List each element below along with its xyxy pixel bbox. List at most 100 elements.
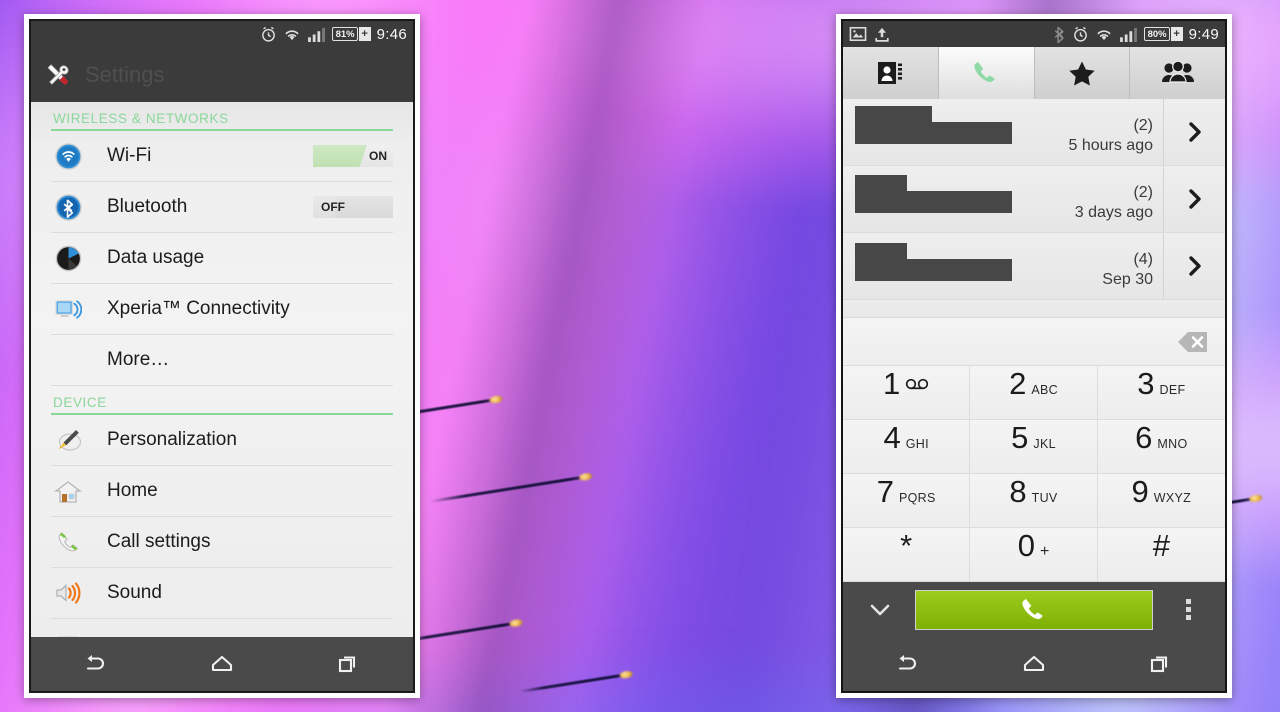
dialpad-key-4[interactable]: 4 GHI [843, 420, 971, 474]
sound-speaker-icon [51, 581, 85, 605]
dialpad-key-6[interactable]: 6 MNO [1097, 420, 1225, 474]
recents-button[interactable] [286, 653, 413, 675]
tab-groups[interactable] [1130, 47, 1225, 99]
dialed-number-field[interactable] [843, 318, 1225, 366]
battery-indicator: 80% + [1143, 27, 1183, 41]
dialpad-key-7[interactable]: 7 PQRS [843, 474, 971, 528]
backspace-icon[interactable] [1177, 330, 1209, 354]
settings-row-personalization[interactable]: Personalization [51, 415, 393, 466]
chevron-right-icon [1187, 121, 1203, 143]
key-digit: 4 [883, 420, 901, 455]
settings-row-label: Sound [107, 582, 162, 603]
tab-favorites[interactable] [1034, 47, 1131, 99]
tab-contacts[interactable] [843, 47, 939, 99]
settings-row-home[interactable]: Home [51, 466, 393, 517]
redacted-number [855, 122, 1012, 144]
call-log-row[interactable]: (2) 3 days ago [843, 166, 1225, 233]
key-digit: 5 [1011, 420, 1029, 455]
call-log-meta: (4) Sep 30 [1063, 233, 1163, 299]
call-log-details-button[interactable] [1163, 99, 1225, 165]
settings-row-label: Data usage [107, 247, 205, 268]
chevron-right-icon [1187, 255, 1203, 277]
back-icon [82, 653, 108, 675]
key-digit: 1 [883, 366, 901, 401]
settings-row-call-settings[interactable]: Call settings [51, 517, 393, 568]
left-phone-screen: 81% + 9:46 Settings WIRELESS & NETWORKS [29, 19, 415, 693]
call-button[interactable] [915, 589, 1153, 630]
tab-dialer[interactable] [938, 47, 1035, 99]
settings-row-data-usage[interactable]: Data usage [51, 233, 393, 284]
key-letters: JKL [1033, 437, 1056, 451]
back-button[interactable] [843, 653, 970, 675]
back-icon [894, 653, 920, 675]
redacted-number [855, 259, 1012, 281]
home-icon [1021, 653, 1047, 675]
overflow-menu-button[interactable] [1157, 599, 1219, 620]
call-log-row[interactable]: (2) 5 hours ago [843, 99, 1225, 166]
status-clock: 9:49 [1188, 25, 1219, 43]
key-digit: 9 [1131, 474, 1149, 509]
star-icon [1067, 59, 1097, 87]
dialpad-key-5[interactable]: 5 JKL [970, 420, 1098, 474]
settings-row-wifi[interactable]: Wi-Fi ON [51, 131, 393, 182]
dialpad-grid[interactable]: 1 2 ABC 3 DEF 4 GHI 5 JKL 6 MNO 7 PQRS 8… [843, 366, 1225, 582]
key-letters: DEF [1159, 383, 1186, 397]
settings-row-bluetooth[interactable]: Bluetooth OFF [51, 182, 393, 233]
dialpad-key-3[interactable]: 3 DEF [1097, 366, 1225, 420]
dialpad-key-1[interactable]: 1 [843, 366, 971, 420]
call-log-row[interactable]: (4) Sep 30 [843, 233, 1225, 300]
settings-list[interactable]: WIRELESS & NETWORKS Wi-Fi ON Bluetooth O… [31, 102, 413, 637]
call-settings-phone-icon [51, 529, 85, 556]
key-digit: 0 [1017, 528, 1035, 563]
recents-button[interactable] [1098, 653, 1225, 675]
data-usage-icon [51, 245, 85, 272]
dialpad-key-2[interactable]: 2 ABC [970, 366, 1098, 420]
settings-row-xperia-connectivity[interactable]: Xperia™ Connectivity [51, 284, 393, 335]
toggle-knob [313, 145, 367, 167]
call-time: Sep 30 [1102, 270, 1153, 288]
call-action-bar[interactable] [843, 582, 1225, 637]
right-navigation-bar[interactable] [843, 637, 1225, 691]
dialer-tab-bar[interactable] [843, 47, 1225, 99]
chevron-right-icon [1187, 188, 1203, 210]
alarm-clock-icon [1072, 26, 1089, 43]
settings-row-sound[interactable]: Sound [51, 568, 393, 619]
key-letters: ABC [1031, 383, 1058, 397]
call-log-details-button[interactable] [1163, 166, 1225, 232]
page-title: Settings [85, 61, 165, 87]
settings-row-label: Wi-Fi [107, 145, 152, 166]
battery-indicator: 81% + [331, 27, 371, 41]
call-log-list[interactable]: (2) 5 hours ago (2) 3 days ago (4) Sep 3… [843, 99, 1225, 318]
wifi-toggle[interactable]: ON [313, 145, 393, 167]
left-navigation-bar[interactable] [31, 637, 413, 691]
back-button[interactable] [31, 653, 158, 675]
dialpad-key-9[interactable]: 9 WXYZ [1097, 474, 1225, 528]
dialpad-key-star[interactable]: * [843, 528, 971, 582]
call-log-row-partial[interactable] [843, 300, 1225, 318]
bluetooth-toggle[interactable]: OFF [313, 196, 393, 218]
call-log-contact [843, 99, 1063, 165]
phone-handset-icon [969, 58, 1003, 88]
call-log-contact [843, 166, 1063, 232]
settings-row-label: Xperia™ Connectivity [107, 298, 290, 319]
battery-percent: 80% [1143, 27, 1170, 41]
dialpad-key-0[interactable]: 0 + [970, 528, 1098, 582]
dialpad-key-hash[interactable]: # [1097, 528, 1225, 582]
home-button[interactable] [970, 653, 1097, 675]
key-digit: 8 [1009, 474, 1027, 509]
collapse-dialpad-button[interactable] [849, 601, 911, 619]
key-letters: WXYZ [1153, 491, 1192, 505]
key-plus: + [1039, 543, 1050, 560]
call-time: 5 hours ago [1068, 136, 1153, 154]
dialpad-key-8[interactable]: 8 TUV [970, 474, 1098, 528]
call-log-details-button[interactable] [1163, 233, 1225, 299]
call-count: (4) [1133, 250, 1153, 268]
settings-row-more[interactable]: More… [51, 335, 393, 386]
key-letters: MNO [1157, 437, 1188, 451]
settings-tools-icon [43, 60, 73, 90]
home-button[interactable] [158, 653, 285, 675]
settings-row-partial[interactable] [51, 619, 393, 637]
call-log-meta: (2) 5 hours ago [1063, 99, 1163, 165]
key-digit: 6 [1135, 420, 1153, 455]
screenshot-image-icon [849, 26, 867, 42]
